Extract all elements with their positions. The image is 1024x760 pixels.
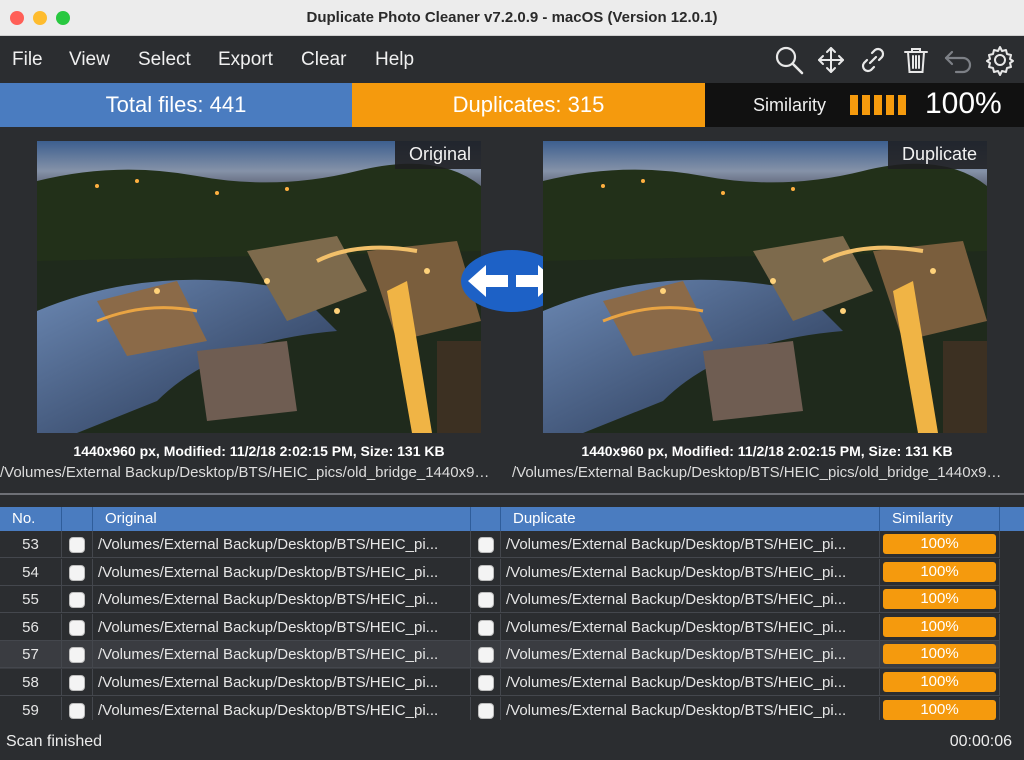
duplicate-photo[interactable]: Duplicate <box>543 141 987 433</box>
similarity-label: Similarity <box>753 95 827 115</box>
menu-help[interactable]: Help <box>375 49 414 71</box>
original-photo[interactable]: Original <box>37 141 481 433</box>
original-path-cell: /Volumes/External Backup/Desktop/BTS/HEI… <box>93 669 471 696</box>
duplicate-path-cell: /Volumes/External Backup/Desktop/BTS/HEI… <box>501 586 880 614</box>
similarity-badge: 100% <box>883 672 996 692</box>
window-title: Duplicate Photo Cleaner v7.2.0.9 - macOS… <box>306 9 718 26</box>
column-header-similarity[interactable]: Similarity <box>880 507 1000 531</box>
original-checkbox[interactable] <box>69 564 85 581</box>
row-number: 54 <box>0 558 62 586</box>
column-header-check-original[interactable] <box>62 507 93 531</box>
original-checkbox[interactable] <box>69 619 85 636</box>
duplicate-checkbox[interactable] <box>478 619 494 636</box>
menu-export[interactable]: Export <box>218 49 273 71</box>
link-icon[interactable] <box>857 44 889 76</box>
preview-area: Original Duplicate 1440x960 px, Modified… <box>0 127 1024 493</box>
row-number: 57 <box>0 641 62 669</box>
duplicates-count: Duplicates: 315 <box>352 83 705 127</box>
gear-icon[interactable] <box>984 44 1016 76</box>
total-files-count: Total files: 441 <box>0 83 352 127</box>
undo-icon[interactable] <box>942 44 974 76</box>
duplicate-path-cell: /Volumes/External Backup/Desktop/BTS/HEI… <box>501 641 880 669</box>
original-checkbox[interactable] <box>69 702 85 719</box>
similarity-value: 100% <box>925 87 1002 120</box>
row-number: 56 <box>0 613 62 641</box>
table-row[interactable]: 53/Volumes/External Backup/Desktop/BTS/H… <box>0 531 1000 559</box>
column-header-original[interactable]: Original <box>93 507 471 531</box>
similarity-level-bar <box>898 95 906 115</box>
column-header-no[interactable]: No. <box>0 507 62 531</box>
original-tag: Original <box>394 141 481 169</box>
duplicate-checkbox[interactable] <box>478 702 494 719</box>
elapsed-time: 00:00:06 <box>949 733 1012 750</box>
similarity-level-bar <box>850 95 858 115</box>
search-icon[interactable] <box>773 44 805 76</box>
menu-clear[interactable]: Clear <box>301 49 346 71</box>
original-path-cell: /Volumes/External Backup/Desktop/BTS/HEI… <box>93 641 471 669</box>
menu-view[interactable]: View <box>69 49 110 71</box>
similarity-badge: 100% <box>883 589 996 610</box>
move-icon[interactable] <box>815 44 847 76</box>
similarity-badge: 100% <box>883 644 996 665</box>
original-checkbox[interactable] <box>69 537 85 553</box>
table-row[interactable]: 54/Volumes/External Backup/Desktop/BTS/H… <box>0 558 1000 587</box>
original-path-cell: /Volumes/External Backup/Desktop/BTS/HEI… <box>93 531 471 558</box>
original-path-cell: /Volumes/External Backup/Desktop/BTS/HEI… <box>93 558 471 586</box>
duplicate-checkbox[interactable] <box>478 537 494 553</box>
row-number: 53 <box>0 531 62 558</box>
column-header-duplicate[interactable]: Duplicate <box>501 507 880 531</box>
duplicate-info: 1440x960 px, Modified: 11/2/18 2:02:15 P… <box>581 443 953 459</box>
duplicate-checkbox[interactable] <box>478 647 494 664</box>
original-info: 1440x960 px, Modified: 11/2/18 2:02:15 P… <box>73 443 445 459</box>
similarity-level-bar <box>862 95 870 115</box>
table-row[interactable]: 58/Volumes/External Backup/Desktop/BTS/H… <box>0 669 1000 697</box>
similarity-level-bar <box>874 95 882 115</box>
table-header: No. Original Duplicate Similarity <box>0 507 1024 531</box>
column-header-check-duplicate[interactable] <box>471 507 501 531</box>
trash-icon[interactable] <box>900 44 932 76</box>
duplicate-path-cell: /Volumes/External Backup/Desktop/BTS/HEI… <box>501 613 880 641</box>
original-path: /Volumes/External Backup/Desktop/BTS/HEI… <box>0 464 490 481</box>
results-table: No. Original Duplicate Similarity 53/Vol… <box>0 507 1024 724</box>
original-path-cell: /Volumes/External Backup/Desktop/BTS/HEI… <box>93 586 471 614</box>
row-number: 55 <box>0 586 62 614</box>
duplicate-checkbox[interactable] <box>478 564 494 581</box>
row-number: 58 <box>0 669 62 696</box>
table-row[interactable]: 57/Volumes/External Backup/Desktop/BTS/H… <box>0 641 1000 669</box>
menu-select[interactable]: Select <box>138 49 191 71</box>
original-checkbox[interactable] <box>69 592 85 609</box>
similarity-panel: Similarity 100% <box>705 83 1024 127</box>
duplicate-path-cell: /Volumes/External Backup/Desktop/BTS/HEI… <box>501 669 880 696</box>
similarity-badge: 100% <box>883 534 996 554</box>
duplicate-checkbox[interactable] <box>478 675 494 691</box>
duplicate-path: /Volumes/External Backup/Desktop/BTS/HEI… <box>512 464 1002 481</box>
similarity-badge: 100% <box>883 561 996 582</box>
duplicate-path-cell: /Volumes/External Backup/Desktop/BTS/HEI… <box>501 531 880 558</box>
table-row[interactable]: 56/Volumes/External Backup/Desktop/BTS/H… <box>0 613 1000 642</box>
similarity-badge: 100% <box>883 616 996 637</box>
title-bar: Duplicate Photo Cleaner v7.2.0.9 - macOS… <box>0 0 1024 36</box>
similarity-badge: 100% <box>883 699 996 720</box>
menu-bar: File View Select Export Clear Help <box>0 36 1024 83</box>
stats-bar: Total files: 441 Duplicates: 315 Similar… <box>0 83 1024 127</box>
original-path-cell: /Volumes/External Backup/Desktop/BTS/HEI… <box>93 613 471 641</box>
duplicate-checkbox[interactable] <box>478 592 494 609</box>
table-row[interactable]: 55/Volumes/External Backup/Desktop/BTS/H… <box>0 586 1000 614</box>
original-checkbox[interactable] <box>69 675 85 691</box>
pane-splitter[interactable] <box>0 493 1024 503</box>
menu-file[interactable]: File <box>12 49 43 71</box>
similarity-level-bar <box>886 95 894 115</box>
status-bar: Scan finished 00:00:06 <box>0 720 1024 760</box>
status-text: Scan finished <box>6 733 103 750</box>
original-checkbox[interactable] <box>69 647 85 664</box>
duplicate-tag: Duplicate <box>887 141 987 169</box>
duplicate-path-cell: /Volumes/External Backup/Desktop/BTS/HEI… <box>501 558 880 586</box>
